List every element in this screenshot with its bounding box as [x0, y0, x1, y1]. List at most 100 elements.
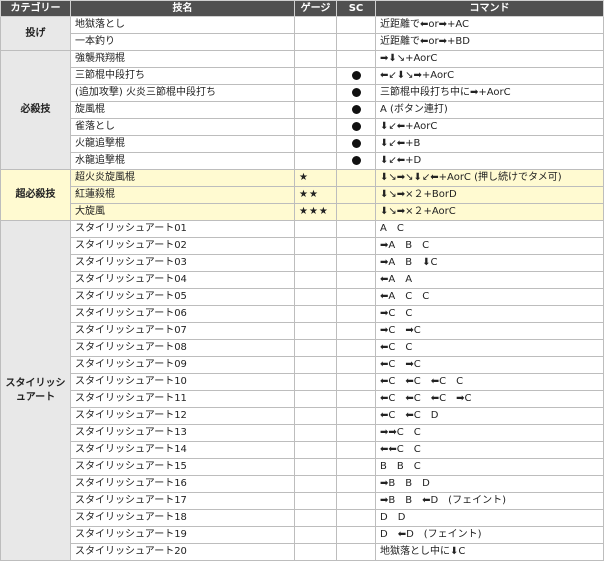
command-cell: ➡C ➡C: [375, 322, 604, 340]
sc-cell: [336, 373, 376, 391]
command-cell: ➡A B ⬇C: [375, 254, 604, 272]
gauge-cell: [294, 67, 337, 85]
table-row: 雀落とし ⬇↙⬅+AorC: [1, 118, 604, 136]
gauge-cell: [294, 526, 337, 544]
command-cell: ⬇↙⬅+D: [375, 152, 604, 170]
move-name-cell: (追加攻撃) 火炎三節棍中段打ち: [70, 84, 295, 102]
gauge-cell: [294, 101, 337, 119]
sc-dot-icon: [351, 87, 361, 97]
header-category: カテゴリー: [0, 0, 71, 17]
gauge-cell: [294, 509, 337, 527]
category-cell: 必殺技: [0, 50, 71, 170]
move-name-cell: 地獄落とし: [70, 16, 295, 34]
move-name-cell: スタイリッシュアート11: [70, 390, 295, 408]
move-name-cell: スタイリッシュアート08: [70, 339, 295, 357]
gauge-cell: [294, 288, 337, 306]
move-name-cell: スタイリッシュアート10: [70, 373, 295, 391]
command-cell: ⬇↘➡×２+BorD: [375, 186, 604, 204]
gauge-cell: [294, 84, 337, 102]
sc-dot-icon: [351, 70, 361, 80]
sc-cell: [336, 50, 376, 68]
sc-cell: [336, 152, 376, 170]
move-name-cell: スタイリッシュアート07: [70, 322, 295, 340]
table-body: 投げ 地獄落とし 近距離で⬅or➡+AC 一本釣り 近距離で⬅or➡+BD 必殺技 強襲飛翔…: [0, 16, 604, 561]
gauge-cell: [294, 33, 337, 51]
header-command: コマンド: [375, 0, 604, 17]
table-row: スタイリッシュアート03 ➡A B ⬇C: [1, 254, 604, 272]
command-cell: ⬅A C C: [375, 288, 604, 306]
category-cell: 超必殺技: [0, 169, 71, 221]
move-name-cell: 紅蓮殺棍: [70, 186, 295, 204]
table-row: 一本釣り 近距離で⬅or➡+BD: [1, 33, 604, 51]
command-cell: D D: [375, 509, 604, 527]
table-row: 投げ 地獄落とし 近距離で⬅or➡+AC: [0, 16, 604, 51]
table-row: スタイリッシュアート08 ⬅C C: [1, 339, 604, 357]
gauge-cell: [294, 16, 337, 34]
gauge-cell: [294, 220, 337, 238]
move-name-cell: スタイリッシュアート05: [70, 288, 295, 306]
sc-cell: [336, 526, 376, 544]
command-cell: ⬅C ➡C: [375, 356, 604, 374]
table-row: 水龍追撃棍 ⬇↙⬅+D: [1, 152, 604, 170]
sc-cell: [336, 509, 376, 527]
gauge-cell: [294, 373, 337, 391]
command-cell: ⬇↙⬅+B: [375, 135, 604, 153]
table-row: スタイリッシュアート スタイリッシュアート01 A C: [0, 220, 604, 561]
sc-cell: [336, 67, 376, 85]
move-name-cell: 一本釣り: [70, 33, 295, 51]
move-name-cell: スタイリッシュアート09: [70, 356, 295, 374]
sc-cell: [336, 475, 376, 493]
command-cell: ➡⬇↘+AorC: [375, 50, 604, 68]
sc-cell: [336, 203, 376, 221]
table-row: スタイリッシュアート10 ⬅C ⬅C ⬅C C: [1, 373, 604, 391]
command-cell: A (ボタン連打): [375, 101, 604, 119]
table-row: スタイリッシュアート15 B B C: [1, 458, 604, 476]
category-cell: 投げ: [0, 16, 71, 51]
move-name-cell: 三節棍中段打ち: [70, 67, 295, 85]
sc-cell: [336, 254, 376, 272]
command-cell: ⬅C ⬅C D: [375, 407, 604, 425]
category-cell: スタイリッシュアート: [0, 220, 71, 561]
gauge-cell: [294, 543, 337, 561]
move-name-cell: 火龍追撃棍: [70, 135, 295, 153]
sc-cell: [336, 118, 376, 136]
move-name-cell: スタイリッシュアート03: [70, 254, 295, 272]
gauge-cell: [294, 492, 337, 510]
sc-dot-icon: [351, 138, 361, 148]
move-name-cell: スタイリッシュアート16: [70, 475, 295, 493]
sc-cell: [336, 16, 376, 34]
move-name-cell: 水龍追撃棍: [70, 152, 295, 170]
move-name-cell: スタイリッシュアート14: [70, 441, 295, 459]
command-cell: ⬇↘➡×２+AorC: [375, 203, 604, 221]
command-cell: ⬇↙⬅+AorC: [375, 118, 604, 136]
sc-cell: [336, 271, 376, 289]
move-name-cell: 大旋風: [70, 203, 295, 221]
command-cell: A C: [375, 220, 604, 238]
gauge-cell: [294, 339, 337, 357]
sc-cell: [336, 441, 376, 459]
command-cell: 地獄落とし中に⬇C: [375, 543, 604, 561]
command-cell: 三節棍中段打ち中に➡+AorC: [375, 84, 604, 102]
table-row: スタイリッシュアート20 地獄落とし中に⬇C: [1, 543, 604, 561]
sc-cell: [336, 407, 376, 425]
table-row: スタイリッシュアート09 ⬅C ➡C: [1, 356, 604, 374]
header-move-name: 技名: [70, 0, 295, 17]
gauge-cell: [294, 152, 337, 170]
gauge-cell: [294, 356, 337, 374]
move-name-cell: スタイリッシュアート15: [70, 458, 295, 476]
sc-cell: [336, 458, 376, 476]
command-cell: ⬅A A: [375, 271, 604, 289]
sc-dot-icon: [351, 155, 361, 165]
sc-cell: [336, 135, 376, 153]
table-row: スタイリッシュアート02 ➡A B C: [1, 237, 604, 255]
sc-cell: [336, 169, 376, 187]
gauge-cell: [294, 322, 337, 340]
sc-cell: [336, 322, 376, 340]
sc-cell: [336, 424, 376, 442]
sc-cell: [336, 288, 376, 306]
table-row: 必殺技 強襲飛翔棍 ➡⬇↘+AorC: [0, 50, 604, 170]
gauge-cell: [294, 50, 337, 68]
move-name-cell: スタイリッシュアート01: [70, 220, 295, 238]
table-row: 旋風棍 A (ボタン連打): [1, 101, 604, 119]
command-cell: D ⬅D (フェイント): [375, 526, 604, 544]
